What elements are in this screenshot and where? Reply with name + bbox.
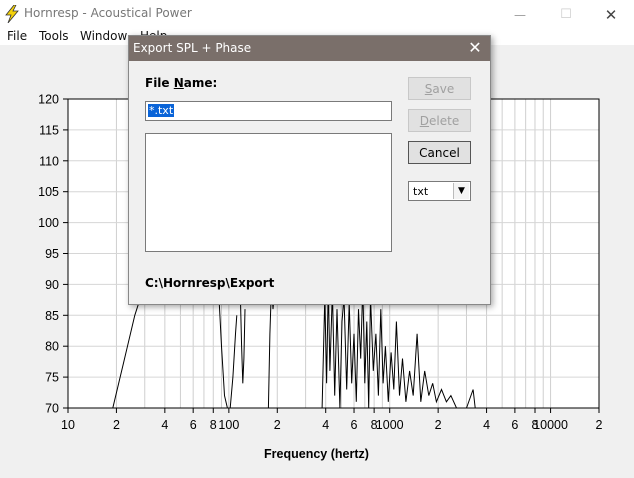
x-tick-label: 2 (596, 418, 603, 432)
file-name-input[interactable]: *.txt (145, 101, 392, 121)
x-tick-label: 8 (210, 418, 217, 432)
y-tick-label: 80 (45, 340, 59, 354)
x-axis-label: Frequency (hertz) (264, 447, 369, 461)
x-tick-label: 6 (351, 418, 358, 432)
dialog-close-icon[interactable]: ✕ (466, 39, 484, 57)
x-tick-label: 4 (483, 418, 490, 432)
x-tick-label: 10 (61, 418, 75, 432)
window-title: Hornresp - Acoustical Power (24, 6, 192, 20)
x-tick-label: 4 (161, 418, 168, 432)
close-icon: ✕ (604, 5, 618, 24)
y-tick-label: 115 (39, 123, 59, 137)
extension-select[interactable]: txt ▼ (408, 181, 471, 201)
x-tick-label: 2 (435, 418, 442, 432)
extension-value: txt (413, 185, 429, 198)
file-list[interactable] (145, 133, 392, 252)
export-path: C:\Hornresp\Export (145, 276, 275, 290)
title-bar: Hornresp - Acoustical Power — ☐ ✕ (0, 0, 634, 29)
x-tick-label: 2 (274, 418, 281, 432)
dialog-title: Export SPL + Phase (133, 41, 252, 55)
y-tick-label: 75 (45, 371, 59, 385)
x-tick-label: 100 (218, 418, 239, 432)
chevron-down-icon[interactable]: ▼ (453, 183, 469, 199)
delete-button[interactable]: Delete (408, 109, 471, 132)
file-name-label: File Name: (145, 76, 218, 90)
x-tick-label: 6 (511, 418, 518, 432)
save-button[interactable]: Save (408, 77, 471, 100)
menu-tools[interactable]: Tools (39, 29, 69, 44)
x-tick-label: 2 (113, 418, 120, 432)
dialog-title-bar[interactable]: Export SPL + Phase ✕ (129, 36, 490, 61)
close-button[interactable]: ✕ (588, 0, 634, 29)
lightning-bolt-icon (5, 5, 19, 23)
menu-window[interactable]: Window (80, 29, 127, 44)
x-tick-label: 6 (190, 418, 197, 432)
y-tick-label: 100 (38, 216, 59, 230)
y-tick-label: 105 (38, 185, 59, 199)
cancel-button[interactable]: Cancel (408, 141, 471, 164)
export-dialog: Export SPL + Phase ✕ File Name: *.txt Sa… (128, 35, 491, 305)
minimize-icon: — (514, 7, 526, 22)
y-tick-label: 85 (45, 309, 59, 323)
x-tick-label: 10000 (533, 418, 568, 432)
maximize-button[interactable]: ☐ (543, 0, 589, 29)
maximize-icon: ☐ (560, 7, 572, 22)
x-tick-label: 1000 (376, 418, 404, 432)
menu-file[interactable]: File (7, 29, 27, 44)
y-tick-label: 120 (38, 93, 59, 107)
x-tick-label: 4 (322, 418, 329, 432)
y-tick-label: 90 (45, 278, 59, 292)
minimize-button[interactable]: — (497, 0, 543, 29)
y-tick-label: 110 (39, 154, 59, 168)
file-name-value: *.txt (148, 104, 175, 117)
y-tick-label: 95 (45, 247, 59, 261)
y-tick-label: 70 (45, 402, 59, 416)
